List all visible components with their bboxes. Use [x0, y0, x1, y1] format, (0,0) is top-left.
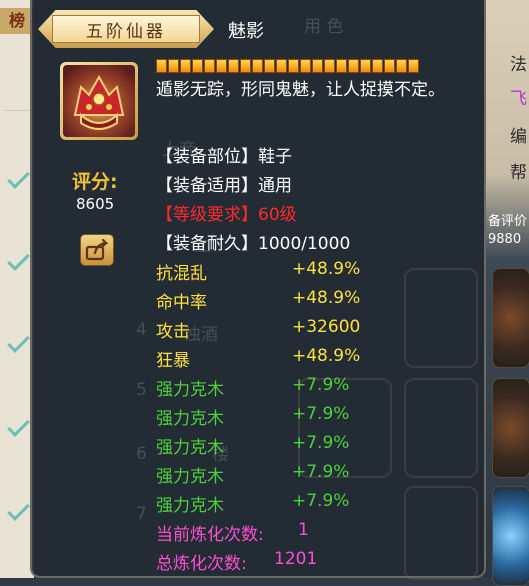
- background-equip-slot[interactable]: [492, 268, 529, 368]
- star-icon: [288, 59, 299, 73]
- star-icon: [252, 59, 263, 73]
- ghost-slot: [404, 378, 478, 478]
- star-icon: [228, 59, 239, 73]
- info-value: 1000/1000: [258, 234, 351, 254]
- star-icon: [384, 59, 395, 73]
- attr-name: 狂暴: [156, 351, 190, 371]
- tier-label: 五阶仙器: [52, 15, 200, 43]
- attr-name: 强力克木: [156, 409, 224, 429]
- ghost-text: 用 色: [304, 17, 344, 37]
- attr-value: +48.9%: [292, 288, 361, 308]
- item-tooltip-panel: 用 色 上帝 二 浊酒 楼 4 5 6 7 五阶仙器 魅影 遁影无踪，形同鬼魅，…: [30, 0, 486, 580]
- info-value: 60级: [258, 205, 297, 225]
- refine-value: 1: [298, 520, 309, 540]
- background-menu-item[interactable]: 编: [510, 122, 527, 147]
- attr-value: +7.9%: [292, 404, 350, 424]
- extra-attr-row: 强力克木 +7.9%: [156, 404, 349, 429]
- base-attr-row: 狂暴 +48.9%: [156, 346, 360, 371]
- star-icon: [312, 59, 323, 73]
- background-menu-item[interactable]: 飞: [510, 84, 527, 109]
- attr-value: +7.9%: [292, 491, 350, 511]
- extra-attr-row: 强力克木 +7.9%: [156, 433, 349, 458]
- base-attr-row: 攻击 +32600: [156, 317, 360, 342]
- attr-name: 强力克木: [156, 467, 224, 487]
- ghost-number: 4: [136, 320, 147, 340]
- star-icon: [360, 59, 371, 73]
- background-menu-item[interactable]: 法: [510, 50, 527, 75]
- ghost-number: 5: [136, 380, 147, 400]
- star-icon: [240, 59, 251, 73]
- info-label: 【装备适用】: [156, 176, 258, 196]
- star-icon: [300, 59, 311, 73]
- ghost-number: 7: [136, 504, 147, 524]
- extra-attr-row: 强力克木 +7.9%: [156, 462, 349, 487]
- score-value: 8605: [76, 195, 115, 213]
- background-equip-slot[interactable]: [492, 378, 529, 478]
- star-icon: [396, 59, 407, 73]
- attr-value: +32600: [292, 317, 361, 337]
- star-icon: [156, 59, 167, 73]
- attr-name: 攻击: [156, 322, 190, 342]
- attr-name: 命中率: [156, 293, 207, 313]
- star-icon: [408, 59, 419, 73]
- score-label: 评分:: [72, 171, 118, 193]
- background-equip-rating-value: 9880: [488, 232, 522, 247]
- refine-label: 总炼化次数:: [156, 554, 247, 574]
- refine-current-row: 当前炼化次数: 1: [156, 520, 309, 545]
- star-icon: [192, 59, 203, 73]
- attr-name: 强力克木: [156, 496, 224, 516]
- item-description: 遁影无踪，形同鬼魅，让人捉摸不定。: [156, 80, 445, 100]
- star-icon: [336, 59, 347, 73]
- info-label: 【等级要求】: [156, 205, 258, 225]
- background-equip-slot[interactable]: [492, 486, 529, 586]
- attr-value: +48.9%: [292, 259, 361, 279]
- info-row-usage: 【装备适用】通用: [156, 171, 292, 196]
- star-rating: [156, 59, 419, 73]
- star-icon: [168, 59, 179, 73]
- ghost-slot: [404, 268, 478, 368]
- attr-name: 强力克木: [156, 380, 224, 400]
- info-row-level: 【等级要求】60级: [156, 200, 297, 225]
- attr-name: 强力克木: [156, 438, 224, 458]
- share-button[interactable]: [80, 234, 114, 266]
- star-icon: [180, 59, 191, 73]
- refine-label: 当前炼化次数:: [156, 525, 264, 545]
- background-equip-rating-label: 备评价: [488, 214, 528, 229]
- info-value: 鞋子: [258, 147, 292, 167]
- helmet-item-icon: [63, 65, 135, 137]
- share-icon: [85, 238, 109, 261]
- base-attr-row: 抗混乱 +48.9%: [156, 259, 360, 284]
- extra-attr-row: 强力克木 +7.9%: [156, 491, 349, 516]
- background-list-row: [4, 48, 30, 111]
- background-menu-item[interactable]: 帮: [510, 158, 527, 183]
- star-icon: [204, 59, 215, 73]
- background-rank-tab[interactable]: 榜: [0, 8, 34, 34]
- attr-value: +48.9%: [292, 346, 361, 366]
- attr-value: +7.9%: [292, 433, 350, 453]
- star-icon: [216, 59, 227, 73]
- extra-attr-row: 强力克木 +7.9%: [156, 375, 349, 400]
- attr-value: +7.9%: [292, 462, 350, 482]
- attr-value: +7.9%: [292, 375, 350, 395]
- refine-total-row: 总炼化次数: 1201: [156, 549, 317, 574]
- star-icon: [324, 59, 335, 73]
- info-row-durability: 【装备耐久】1000/1000: [156, 229, 350, 254]
- star-icon: [276, 59, 287, 73]
- ghost-slot: [404, 486, 478, 580]
- info-label: 【装备部位】: [156, 147, 258, 167]
- info-row-slot: 【装备部位】鞋子: [156, 142, 292, 167]
- star-icon: [372, 59, 383, 73]
- refine-value: 1201: [274, 549, 318, 569]
- star-icon: [264, 59, 275, 73]
- item-name: 魅影: [228, 21, 264, 42]
- ghost-number: 6: [136, 444, 147, 464]
- info-value: 通用: [258, 176, 292, 196]
- attr-name: 抗混乱: [156, 264, 207, 284]
- item-icon-frame: [60, 62, 138, 140]
- info-label: 【装备耐久】: [156, 234, 258, 254]
- base-attr-row: 命中率 +48.9%: [156, 288, 360, 313]
- star-icon: [348, 59, 359, 73]
- tier-banner: 五阶仙器: [38, 10, 214, 48]
